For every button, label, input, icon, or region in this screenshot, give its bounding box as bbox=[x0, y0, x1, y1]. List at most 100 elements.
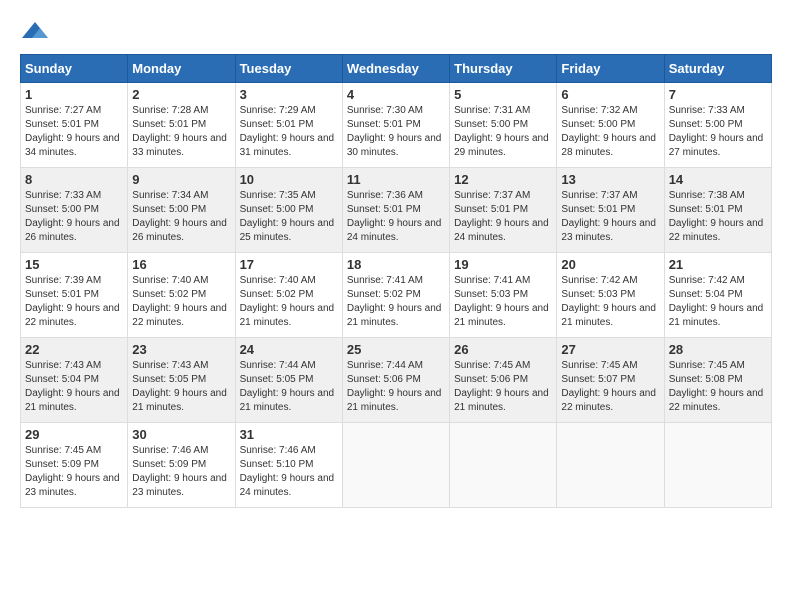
calendar-cell bbox=[450, 423, 557, 508]
calendar-cell: 16 Sunrise: 7:40 AM Sunset: 5:02 PM Dayl… bbox=[128, 253, 235, 338]
calendar-cell: 14 Sunrise: 7:38 AM Sunset: 5:01 PM Dayl… bbox=[664, 168, 771, 253]
calendar-cell bbox=[664, 423, 771, 508]
day-info: Sunrise: 7:44 AM Sunset: 5:05 PM Dayligh… bbox=[240, 359, 338, 415]
day-info: Sunrise: 7:45 AM Sunset: 5:07 PM Dayligh… bbox=[561, 359, 659, 415]
calendar-week-row: 1 Sunrise: 7:27 AM Sunset: 5:01 PM Dayli… bbox=[21, 83, 772, 168]
calendar-cell: 22 Sunrise: 7:43 AM Sunset: 5:04 PM Dayl… bbox=[21, 338, 128, 423]
calendar-cell: 15 Sunrise: 7:39 AM Sunset: 5:01 PM Dayl… bbox=[21, 253, 128, 338]
weekday-header: Friday bbox=[557, 55, 664, 83]
calendar-cell: 23 Sunrise: 7:43 AM Sunset: 5:05 PM Dayl… bbox=[128, 338, 235, 423]
calendar-cell: 11 Sunrise: 7:36 AM Sunset: 5:01 PM Dayl… bbox=[342, 168, 449, 253]
weekday-header: Saturday bbox=[664, 55, 771, 83]
calendar-cell: 7 Sunrise: 7:33 AM Sunset: 5:00 PM Dayli… bbox=[664, 83, 771, 168]
calendar-cell: 3 Sunrise: 7:29 AM Sunset: 5:01 PM Dayli… bbox=[235, 83, 342, 168]
day-info: Sunrise: 7:43 AM Sunset: 5:05 PM Dayligh… bbox=[132, 359, 230, 415]
day-info: Sunrise: 7:42 AM Sunset: 5:04 PM Dayligh… bbox=[669, 274, 767, 330]
day-info: Sunrise: 7:33 AM Sunset: 5:00 PM Dayligh… bbox=[669, 104, 767, 160]
calendar-cell: 18 Sunrise: 7:41 AM Sunset: 5:02 PM Dayl… bbox=[342, 253, 449, 338]
calendar-cell bbox=[557, 423, 664, 508]
day-info: Sunrise: 7:32 AM Sunset: 5:00 PM Dayligh… bbox=[561, 104, 659, 160]
day-info: Sunrise: 7:46 AM Sunset: 5:10 PM Dayligh… bbox=[240, 444, 338, 500]
calendar-table: SundayMondayTuesdayWednesdayThursdayFrid… bbox=[20, 54, 772, 508]
day-number: 13 bbox=[561, 172, 659, 187]
day-number: 30 bbox=[132, 427, 230, 442]
day-number: 17 bbox=[240, 257, 338, 272]
day-info: Sunrise: 7:44 AM Sunset: 5:06 PM Dayligh… bbox=[347, 359, 445, 415]
day-info: Sunrise: 7:39 AM Sunset: 5:01 PM Dayligh… bbox=[25, 274, 123, 330]
calendar-cell: 19 Sunrise: 7:41 AM Sunset: 5:03 PM Dayl… bbox=[450, 253, 557, 338]
calendar-week-row: 8 Sunrise: 7:33 AM Sunset: 5:00 PM Dayli… bbox=[21, 168, 772, 253]
weekday-header: Sunday bbox=[21, 55, 128, 83]
calendar-cell: 6 Sunrise: 7:32 AM Sunset: 5:00 PM Dayli… bbox=[557, 83, 664, 168]
day-info: Sunrise: 7:37 AM Sunset: 5:01 PM Dayligh… bbox=[454, 189, 552, 245]
day-number: 19 bbox=[454, 257, 552, 272]
day-info: Sunrise: 7:36 AM Sunset: 5:01 PM Dayligh… bbox=[347, 189, 445, 245]
day-number: 15 bbox=[25, 257, 123, 272]
day-number: 6 bbox=[561, 87, 659, 102]
calendar-cell: 27 Sunrise: 7:45 AM Sunset: 5:07 PM Dayl… bbox=[557, 338, 664, 423]
day-number: 25 bbox=[347, 342, 445, 357]
day-number: 20 bbox=[561, 257, 659, 272]
day-number: 27 bbox=[561, 342, 659, 357]
calendar-week-row: 29 Sunrise: 7:45 AM Sunset: 5:09 PM Dayl… bbox=[21, 423, 772, 508]
calendar-cell: 26 Sunrise: 7:45 AM Sunset: 5:06 PM Dayl… bbox=[450, 338, 557, 423]
day-info: Sunrise: 7:40 AM Sunset: 5:02 PM Dayligh… bbox=[240, 274, 338, 330]
calendar-cell: 13 Sunrise: 7:37 AM Sunset: 5:01 PM Dayl… bbox=[557, 168, 664, 253]
calendar-cell: 5 Sunrise: 7:31 AM Sunset: 5:00 PM Dayli… bbox=[450, 83, 557, 168]
day-number: 22 bbox=[25, 342, 123, 357]
day-number: 18 bbox=[347, 257, 445, 272]
day-info: Sunrise: 7:46 AM Sunset: 5:09 PM Dayligh… bbox=[132, 444, 230, 500]
day-info: Sunrise: 7:41 AM Sunset: 5:03 PM Dayligh… bbox=[454, 274, 552, 330]
day-info: Sunrise: 7:45 AM Sunset: 5:06 PM Dayligh… bbox=[454, 359, 552, 415]
weekday-header: Wednesday bbox=[342, 55, 449, 83]
calendar-cell: 20 Sunrise: 7:42 AM Sunset: 5:03 PM Dayl… bbox=[557, 253, 664, 338]
day-number: 5 bbox=[454, 87, 552, 102]
weekday-header: Monday bbox=[128, 55, 235, 83]
day-info: Sunrise: 7:41 AM Sunset: 5:02 PM Dayligh… bbox=[347, 274, 445, 330]
day-number: 4 bbox=[347, 87, 445, 102]
day-info: Sunrise: 7:33 AM Sunset: 5:00 PM Dayligh… bbox=[25, 189, 123, 245]
calendar-cell: 24 Sunrise: 7:44 AM Sunset: 5:05 PM Dayl… bbox=[235, 338, 342, 423]
day-number: 24 bbox=[240, 342, 338, 357]
day-info: Sunrise: 7:31 AM Sunset: 5:00 PM Dayligh… bbox=[454, 104, 552, 160]
day-number: 12 bbox=[454, 172, 552, 187]
day-number: 11 bbox=[347, 172, 445, 187]
day-info: Sunrise: 7:35 AM Sunset: 5:00 PM Dayligh… bbox=[240, 189, 338, 245]
day-number: 7 bbox=[669, 87, 767, 102]
day-number: 1 bbox=[25, 87, 123, 102]
day-info: Sunrise: 7:40 AM Sunset: 5:02 PM Dayligh… bbox=[132, 274, 230, 330]
weekday-header: Tuesday bbox=[235, 55, 342, 83]
calendar-cell: 8 Sunrise: 7:33 AM Sunset: 5:00 PM Dayli… bbox=[21, 168, 128, 253]
day-number: 8 bbox=[25, 172, 123, 187]
day-info: Sunrise: 7:42 AM Sunset: 5:03 PM Dayligh… bbox=[561, 274, 659, 330]
calendar-cell: 17 Sunrise: 7:40 AM Sunset: 5:02 PM Dayl… bbox=[235, 253, 342, 338]
day-number: 9 bbox=[132, 172, 230, 187]
calendar-week-row: 22 Sunrise: 7:43 AM Sunset: 5:04 PM Dayl… bbox=[21, 338, 772, 423]
day-info: Sunrise: 7:45 AM Sunset: 5:08 PM Dayligh… bbox=[669, 359, 767, 415]
calendar-cell: 2 Sunrise: 7:28 AM Sunset: 5:01 PM Dayli… bbox=[128, 83, 235, 168]
day-info: Sunrise: 7:29 AM Sunset: 5:01 PM Dayligh… bbox=[240, 104, 338, 160]
calendar-week-row: 15 Sunrise: 7:39 AM Sunset: 5:01 PM Dayl… bbox=[21, 253, 772, 338]
day-number: 16 bbox=[132, 257, 230, 272]
calendar-cell: 10 Sunrise: 7:35 AM Sunset: 5:00 PM Dayl… bbox=[235, 168, 342, 253]
day-number: 14 bbox=[669, 172, 767, 187]
calendar-cell: 21 Sunrise: 7:42 AM Sunset: 5:04 PM Dayl… bbox=[664, 253, 771, 338]
calendar-cell: 30 Sunrise: 7:46 AM Sunset: 5:09 PM Dayl… bbox=[128, 423, 235, 508]
day-info: Sunrise: 7:45 AM Sunset: 5:09 PM Dayligh… bbox=[25, 444, 123, 500]
day-number: 28 bbox=[669, 342, 767, 357]
day-number: 21 bbox=[669, 257, 767, 272]
day-info: Sunrise: 7:27 AM Sunset: 5:01 PM Dayligh… bbox=[25, 104, 123, 160]
calendar-cell: 4 Sunrise: 7:30 AM Sunset: 5:01 PM Dayli… bbox=[342, 83, 449, 168]
day-number: 23 bbox=[132, 342, 230, 357]
header bbox=[20, 20, 772, 44]
day-number: 3 bbox=[240, 87, 338, 102]
calendar-cell: 1 Sunrise: 7:27 AM Sunset: 5:01 PM Dayli… bbox=[21, 83, 128, 168]
day-info: Sunrise: 7:30 AM Sunset: 5:01 PM Dayligh… bbox=[347, 104, 445, 160]
day-number: 26 bbox=[454, 342, 552, 357]
calendar-cell bbox=[342, 423, 449, 508]
calendar-cell: 31 Sunrise: 7:46 AM Sunset: 5:10 PM Dayl… bbox=[235, 423, 342, 508]
logo bbox=[20, 20, 54, 44]
day-number: 29 bbox=[25, 427, 123, 442]
calendar-cell: 9 Sunrise: 7:34 AM Sunset: 5:00 PM Dayli… bbox=[128, 168, 235, 253]
day-info: Sunrise: 7:38 AM Sunset: 5:01 PM Dayligh… bbox=[669, 189, 767, 245]
